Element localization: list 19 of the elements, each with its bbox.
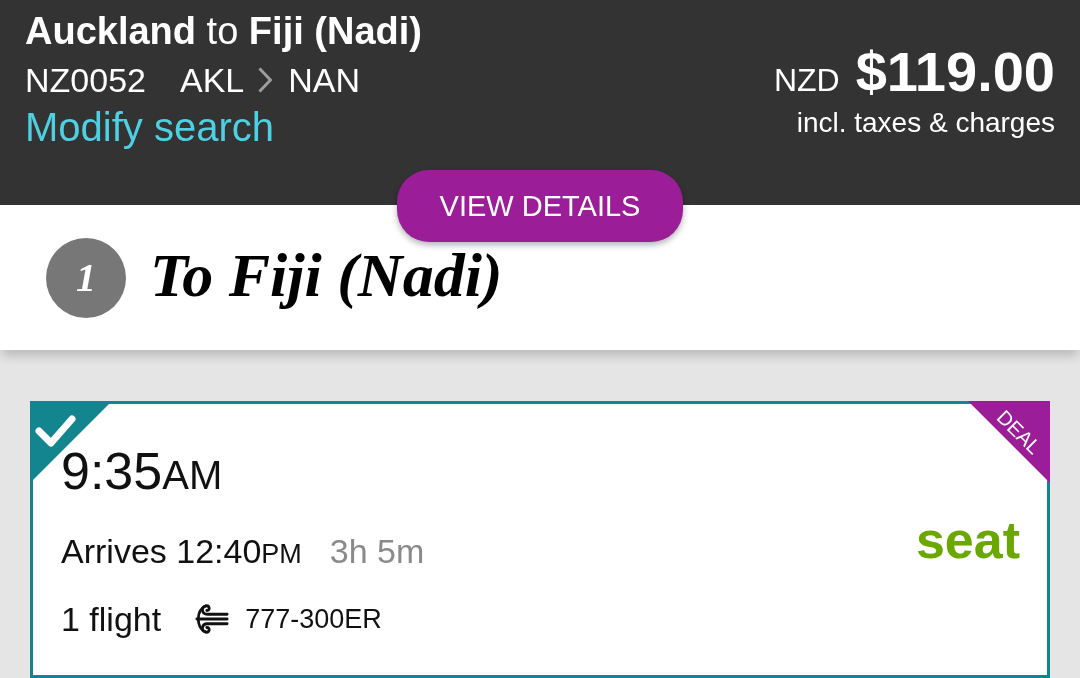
arrival-time: Arrives 12:40PM [61,530,302,572]
total-price: $119.00 [855,42,1055,102]
step-title: To Fiji (Nadi) [150,239,503,311]
flight-number: NZ0052 [25,60,146,101]
view-details-button[interactable]: VIEW DETAILS [397,170,683,242]
currency-code: NZD [773,61,840,100]
route-title: Auckland to Fiji (Nadi) [25,9,422,54]
price-note: incl. taxes & charges [796,106,1055,140]
chevron-icon [258,67,273,93]
flight-duration: 3h 5m [329,530,425,572]
stops-count: 1 flight [61,598,162,640]
departure-time: 9:35AM [61,440,223,502]
fare-label: seat [915,509,1020,570]
aircraft-type: 777-300ER [245,603,382,636]
swirl-logo-icon [195,601,230,637]
modify-search-link[interactable]: Modify search [25,104,274,150]
origin-code: AKL [179,60,245,101]
destination-code: NAN [288,60,361,101]
step-number: 1 [46,237,126,318]
